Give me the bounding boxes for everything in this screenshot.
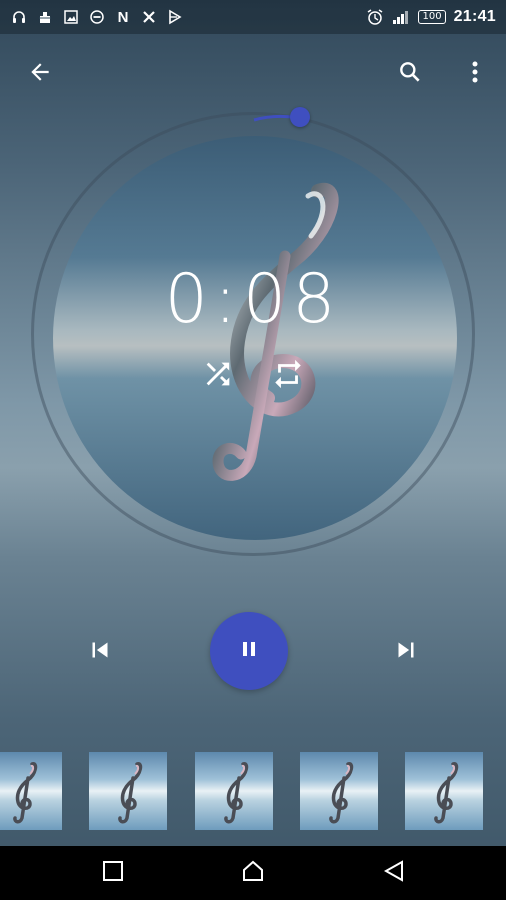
playback-mode-row xyxy=(0,356,506,396)
image-icon xyxy=(62,8,80,26)
store-icon xyxy=(166,8,184,26)
back-triangle-icon xyxy=(383,859,405,888)
treble-clef-thumb-icon xyxy=(118,762,143,824)
skip-previous-icon xyxy=(85,635,115,670)
system-navigation-bar xyxy=(0,846,506,900)
repeat-button[interactable] xyxy=(268,356,308,396)
more-vert-icon xyxy=(471,59,479,90)
recents-square-icon xyxy=(102,860,124,887)
x-icon xyxy=(140,8,158,26)
queue-thumbnail-strip xyxy=(0,752,506,832)
alarm-icon xyxy=(366,8,384,26)
do-not-disturb-icon xyxy=(88,8,106,26)
signal-icon xyxy=(392,8,410,26)
shuffle-icon xyxy=(201,357,235,396)
more-options-button[interactable] xyxy=(453,52,497,96)
queue-thumbnail[interactable] xyxy=(195,752,273,830)
skip-next-icon xyxy=(391,635,421,670)
treble-clef-thumb-icon xyxy=(434,762,459,824)
queue-thumbnail[interactable] xyxy=(300,752,378,830)
status-bar: N 100 21:41 xyxy=(0,0,506,34)
home-icon xyxy=(241,859,265,888)
search-icon xyxy=(397,59,423,90)
treble-clef-thumb-icon xyxy=(224,762,249,824)
seek-thumb[interactable] xyxy=(290,107,310,127)
battery-icon: 100 xyxy=(418,10,446,24)
shuffle-button[interactable] xyxy=(198,356,238,396)
queue-thumbnail[interactable] xyxy=(89,752,167,830)
headphones-icon xyxy=(10,8,28,26)
elapsed-time: 0:08 xyxy=(164,260,342,339)
previous-button[interactable] xyxy=(78,630,122,674)
treble-clef-thumb-icon xyxy=(13,762,38,824)
arrow-left-icon xyxy=(27,59,53,90)
pause-icon xyxy=(237,637,261,666)
top-app-bar xyxy=(0,48,506,102)
bug-icon xyxy=(36,8,54,26)
status-time: 21:41 xyxy=(453,8,496,25)
home-button[interactable] xyxy=(231,851,275,895)
recents-button[interactable] xyxy=(91,851,135,895)
status-right-icons: 100 21:41 xyxy=(366,8,496,26)
next-button[interactable] xyxy=(384,630,428,674)
repeat-icon xyxy=(271,357,305,396)
queue-thumbnail[interactable] xyxy=(0,752,62,830)
transport-controls xyxy=(0,612,506,692)
queue-thumbnail[interactable] xyxy=(405,752,483,830)
battery-percent: 100 xyxy=(422,11,442,22)
status-left-icons: N xyxy=(10,8,184,26)
n-icon: N xyxy=(117,8,129,26)
treble-clef-thumb-icon xyxy=(329,762,354,824)
play-pause-button[interactable] xyxy=(210,612,288,690)
back-button[interactable] xyxy=(18,52,62,96)
nav-back-button[interactable] xyxy=(372,851,416,895)
search-button[interactable] xyxy=(388,52,432,96)
